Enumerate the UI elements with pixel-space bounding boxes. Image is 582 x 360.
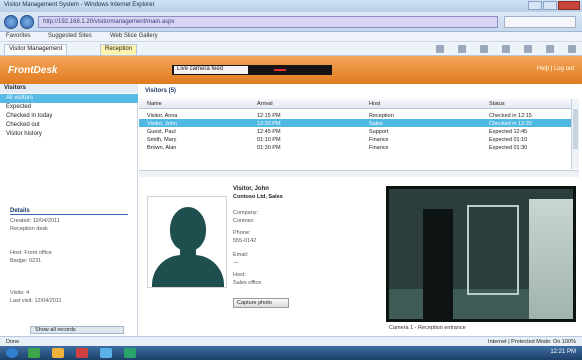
silhouette-body bbox=[152, 255, 224, 287]
detail-line: Visits: 4 bbox=[10, 290, 30, 296]
visitor-grid: Name Arrival Host Status Visitor, Anna 1… bbox=[139, 99, 571, 169]
web-slice-link[interactable]: Web Slice Gallery bbox=[110, 33, 158, 39]
safety-icon[interactable] bbox=[524, 45, 532, 53]
sidebar-item-checked-out[interactable]: Checked out bbox=[0, 121, 138, 130]
taskbar: 12:21 PM bbox=[0, 346, 582, 360]
camera-door-frame bbox=[467, 205, 519, 295]
taskbar-app-icon[interactable] bbox=[100, 348, 112, 358]
taskbar-clock: 12:21 PM bbox=[550, 349, 576, 355]
tab-reception[interactable]: Reception bbox=[100, 44, 138, 55]
sidebar: Visitors All visitors Expected Checked i… bbox=[0, 84, 138, 336]
tools-icon[interactable] bbox=[546, 45, 554, 53]
address-url: http://192.168.1.20/visitormanagement/ma… bbox=[43, 19, 175, 25]
status-text: Done bbox=[6, 339, 20, 345]
label-phone: Phone: bbox=[233, 230, 251, 236]
cell-arrival: 01:30 PM bbox=[257, 145, 281, 151]
sidebar-header: Visitors bbox=[0, 84, 138, 93]
camera-wall bbox=[529, 199, 573, 319]
video-control-bar[interactable]: Live camera feed bbox=[172, 65, 332, 75]
detail-line: Last visit: 12/04/2011 bbox=[10, 298, 62, 304]
column-header-name[interactable]: Name bbox=[147, 101, 162, 107]
maximize-button[interactable] bbox=[543, 1, 557, 10]
suggested-sites-link[interactable]: Suggested Sites bbox=[48, 33, 92, 39]
table-row[interactable]: Visitor, Anna 12:15 PM Reception Checked… bbox=[139, 111, 571, 119]
cell-host: Finance bbox=[369, 145, 389, 151]
main-panel: Visitors (5) Name Arrival Host Status Vi… bbox=[139, 84, 582, 336]
value-company: Contoso bbox=[233, 218, 254, 224]
taskbar-app-icon[interactable] bbox=[28, 348, 40, 358]
start-button[interactable] bbox=[6, 348, 18, 358]
details-header: Details bbox=[10, 208, 128, 215]
cell-status: Expected 01:30 bbox=[489, 145, 528, 151]
back-icon[interactable] bbox=[4, 15, 18, 29]
detail-line: Host: Front office bbox=[10, 250, 52, 256]
table-row[interactable]: Brown, Alan 01:30 PM Finance Expected 01… bbox=[139, 143, 571, 151]
favorites-bar: Favorites Suggested Sites Web Slice Gall… bbox=[0, 32, 582, 42]
video-label: Live camera feed bbox=[174, 66, 248, 74]
browser-titlebar: Visitor Management System - Windows Inte… bbox=[0, 0, 582, 12]
minimize-button[interactable] bbox=[528, 1, 542, 10]
tab-row: Visitor Management Reception bbox=[0, 42, 582, 56]
print-icon[interactable] bbox=[480, 45, 488, 53]
detail-line: Reception desk bbox=[10, 226, 48, 232]
column-header-status[interactable]: Status bbox=[489, 101, 505, 107]
window-buttons bbox=[528, 1, 580, 10]
grid-vertical-scrollbar[interactable] bbox=[571, 99, 579, 169]
search-input[interactable] bbox=[504, 16, 576, 28]
show-all-button[interactable]: Show all records bbox=[30, 326, 124, 334]
forward-icon[interactable] bbox=[20, 15, 34, 29]
user-menu[interactable]: Help | Log out bbox=[537, 66, 574, 72]
camera-door bbox=[423, 209, 453, 319]
grid-horizontal-scrollbar[interactable] bbox=[139, 170, 579, 177]
sidebar-item-all[interactable]: All visitors bbox=[0, 94, 138, 103]
capture-photo-button[interactable]: Capture photo bbox=[233, 298, 289, 308]
camera-caption: Camera 1 - Reception entrance bbox=[389, 325, 466, 331]
taskbar-app-icon[interactable] bbox=[52, 348, 64, 358]
camera-view[interactable] bbox=[386, 186, 576, 322]
label-email: Email: bbox=[233, 252, 249, 258]
zone-text: Internet | Protected Mode: On 100% bbox=[488, 339, 576, 345]
table-row[interactable]: Smith, Mary 01:10 PM Finance Expected 01… bbox=[139, 135, 571, 143]
value-host: Sales office bbox=[233, 280, 262, 286]
app-logo: FrontDesk bbox=[8, 65, 58, 76]
sidebar-item-checked-in[interactable]: Checked in today bbox=[0, 112, 138, 121]
visitor-name: Visitor, John bbox=[233, 186, 269, 192]
home-icon[interactable] bbox=[436, 45, 444, 53]
window-title: Visitor Management System - Windows Inte… bbox=[4, 2, 155, 8]
visitor-photo bbox=[147, 196, 227, 288]
silhouette-head bbox=[170, 207, 206, 251]
detail-line: Created: 12/04/2011 bbox=[10, 218, 60, 224]
status-bar: Done Internet | Protected Mode: On 100% bbox=[0, 336, 582, 346]
address-row: http://192.168.1.20/visitormanagement/ma… bbox=[0, 12, 582, 32]
grid-header: Name Arrival Host Status bbox=[139, 99, 571, 109]
value-email: — bbox=[233, 260, 239, 266]
grid-toolbar-title: Visitors (5) bbox=[145, 88, 176, 94]
label-host: Host: bbox=[233, 272, 246, 278]
label-company: Company: bbox=[233, 210, 259, 216]
sidebar-item-expected[interactable]: Expected bbox=[0, 103, 138, 112]
taskbar-app-icon[interactable] bbox=[124, 348, 136, 358]
scroll-thumb[interactable] bbox=[573, 109, 578, 149]
feeds-icon[interactable] bbox=[458, 45, 466, 53]
favorites-link[interactable]: Favorites bbox=[6, 33, 31, 39]
visitor-company: Contoso Ltd, Sales bbox=[233, 194, 283, 200]
cell-name: Brown, Alan bbox=[147, 145, 177, 151]
column-header-arrival[interactable]: Arrival bbox=[257, 101, 273, 107]
detail-line: Badge: 0231 bbox=[10, 258, 42, 264]
address-bar[interactable]: http://192.168.1.20/visitormanagement/ma… bbox=[38, 16, 498, 28]
help-icon[interactable] bbox=[568, 45, 576, 53]
taskbar-app-icon[interactable] bbox=[76, 348, 88, 358]
app-header: FrontDesk Live camera feed Help | Log ou… bbox=[0, 56, 582, 84]
command-bar bbox=[436, 45, 576, 53]
tab-visitor-management[interactable]: Visitor Management bbox=[4, 44, 68, 55]
recording-indicator bbox=[274, 69, 286, 71]
sidebar-item-history[interactable]: Visitor history bbox=[0, 130, 138, 139]
column-header-host[interactable]: Host bbox=[369, 101, 380, 107]
value-phone: 555-0142 bbox=[233, 238, 257, 244]
close-button[interactable] bbox=[558, 1, 580, 10]
table-row[interactable]: Guest, Paul 12:45 PM Support Expected 12… bbox=[139, 127, 571, 135]
table-row[interactable]: Visitor, John 12:20 PM Sales Checked in … bbox=[139, 119, 571, 127]
page-icon[interactable] bbox=[502, 45, 510, 53]
